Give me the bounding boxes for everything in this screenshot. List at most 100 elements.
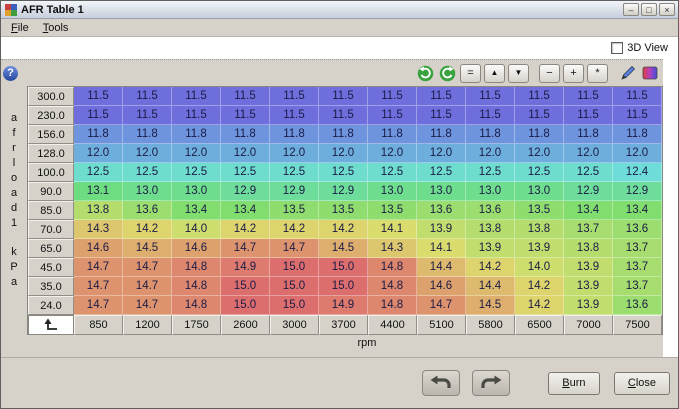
y-axis-cell[interactable]: 90.0 xyxy=(28,182,74,201)
table-cell[interactable]: 11.8 xyxy=(270,125,319,144)
table-cell[interactable]: 14.2 xyxy=(515,277,564,296)
table-cell[interactable]: 14.7 xyxy=(74,296,123,315)
table-cell[interactable]: 11.5 xyxy=(221,106,270,125)
table-cell[interactable]: 14.2 xyxy=(221,220,270,239)
table-cell[interactable]: 13.8 xyxy=(515,220,564,239)
table-cell[interactable]: 12.9 xyxy=(613,182,662,201)
table-cell[interactable]: 13.0 xyxy=(417,182,466,201)
x-axis-cell[interactable]: 1200 xyxy=(123,315,172,335)
circular-arrow-cw-icon[interactable] xyxy=(438,64,457,83)
table-cell[interactable]: 14.0 xyxy=(172,220,221,239)
table-cell[interactable]: 13.9 xyxy=(515,239,564,258)
table-cell[interactable]: 14.7 xyxy=(417,296,466,315)
table-cell[interactable]: 13.8 xyxy=(564,239,613,258)
table-cell[interactable]: 15.0 xyxy=(221,296,270,315)
table-cell[interactable]: 14.7 xyxy=(74,258,123,277)
table-cell[interactable]: 14.8 xyxy=(368,277,417,296)
table-cell[interactable]: 11.8 xyxy=(368,125,417,144)
table-cell[interactable]: 13.6 xyxy=(466,201,515,220)
table-cell[interactable]: 12.5 xyxy=(368,163,417,182)
table-cell[interactable]: 11.5 xyxy=(564,87,613,106)
table-cell[interactable]: 12.0 xyxy=(368,144,417,163)
table-cell[interactable]: 13.0 xyxy=(123,182,172,201)
table-cell[interactable]: 12.0 xyxy=(515,144,564,163)
close-icon[interactable]: × xyxy=(659,3,675,16)
circular-arrow-ccw-icon[interactable] xyxy=(416,64,435,83)
table-cell[interactable]: 13.8 xyxy=(466,220,515,239)
table-cell[interactable]: 13.7 xyxy=(564,220,613,239)
table-cell[interactable]: 12.0 xyxy=(466,144,515,163)
table-cell[interactable]: 13.6 xyxy=(417,201,466,220)
title-bar[interactable]: AFR Table 1 – □ × xyxy=(1,1,678,19)
y-axis-cell[interactable]: 156.0 xyxy=(28,125,74,144)
table-cell[interactable]: 11.5 xyxy=(564,106,613,125)
table-cell[interactable]: 11.5 xyxy=(466,106,515,125)
table-cell[interactable]: 13.7 xyxy=(613,239,662,258)
set-equal-button[interactable]: = xyxy=(460,64,481,83)
table-cell[interactable]: 11.5 xyxy=(613,87,662,106)
table-cell[interactable]: 14.8 xyxy=(368,296,417,315)
y-axis-cell[interactable]: 65.0 xyxy=(28,239,74,258)
x-axis-cell[interactable]: 5100 xyxy=(417,315,466,335)
y-axis-cell[interactable]: 45.0 xyxy=(28,258,74,277)
table-cell[interactable]: 13.5 xyxy=(270,201,319,220)
table-cell[interactable]: 11.5 xyxy=(368,87,417,106)
x-axis-cell[interactable]: 7500 xyxy=(613,315,662,335)
decrease-value-button[interactable]: ▼ xyxy=(508,64,529,83)
table-cell[interactable]: 13.5 xyxy=(515,201,564,220)
table-cell[interactable]: 11.8 xyxy=(613,125,662,144)
table-cell[interactable]: 13.4 xyxy=(613,201,662,220)
table-cell[interactable]: 14.2 xyxy=(515,296,564,315)
table-cell[interactable]: 13.7 xyxy=(613,277,662,296)
x-axis-cell[interactable]: 3700 xyxy=(319,315,368,335)
table-cell[interactable]: 11.8 xyxy=(564,125,613,144)
table-cell[interactable]: 14.9 xyxy=(221,258,270,277)
table-cell[interactable]: 13.9 xyxy=(564,258,613,277)
table-cell[interactable]: 12.0 xyxy=(172,144,221,163)
y-axis-cell[interactable]: 300.0 xyxy=(28,87,74,106)
edit-pencil-icon[interactable] xyxy=(618,64,637,83)
table-cell[interactable]: 14.2 xyxy=(466,258,515,277)
table-cell[interactable]: 11.5 xyxy=(613,106,662,125)
plus-button[interactable]: + xyxy=(563,64,584,83)
table-cell[interactable]: 14.5 xyxy=(466,296,515,315)
table-cell[interactable]: 14.2 xyxy=(319,220,368,239)
table-cell[interactable]: 14.6 xyxy=(417,277,466,296)
menu-file[interactable]: File xyxy=(4,21,36,35)
table-cell[interactable]: 13.5 xyxy=(319,201,368,220)
table-cell[interactable]: 12.5 xyxy=(466,163,515,182)
y-axis-cell[interactable]: 35.0 xyxy=(28,277,74,296)
table-cell[interactable]: 15.0 xyxy=(319,277,368,296)
x-axis-cell[interactable]: 850 xyxy=(74,315,123,335)
table-cell[interactable]: 13.0 xyxy=(368,182,417,201)
scale-multiply-button[interactable]: * xyxy=(587,64,608,83)
table-cell[interactable]: 12.0 xyxy=(221,144,270,163)
table-cell[interactable]: 13.5 xyxy=(368,201,417,220)
table-cell[interactable]: 14.9 xyxy=(319,296,368,315)
table-cell[interactable]: 11.8 xyxy=(466,125,515,144)
help-icon[interactable]: ? xyxy=(3,66,18,81)
table-cell[interactable]: 13.9 xyxy=(466,239,515,258)
table-cell[interactable]: 12.5 xyxy=(564,163,613,182)
table-cell[interactable]: 11.5 xyxy=(270,87,319,106)
close-button[interactable]: Close xyxy=(614,372,670,395)
axis-corner-button[interactable] xyxy=(28,315,74,335)
table-cell[interactable]: 11.8 xyxy=(319,125,368,144)
table-cell[interactable]: 15.0 xyxy=(319,258,368,277)
table-cell[interactable]: 12.5 xyxy=(74,163,123,182)
y-axis-cell[interactable]: 128.0 xyxy=(28,144,74,163)
redo-button[interactable] xyxy=(472,370,510,396)
table-cell[interactable]: 14.8 xyxy=(368,258,417,277)
table-cell[interactable]: 12.0 xyxy=(270,144,319,163)
table-cell[interactable]: 13.7 xyxy=(613,258,662,277)
table-cell[interactable]: 15.0 xyxy=(270,296,319,315)
table-cell[interactable]: 12.0 xyxy=(319,144,368,163)
x-axis-cell[interactable]: 4400 xyxy=(368,315,417,335)
table-cell[interactable]: 13.0 xyxy=(172,182,221,201)
table-cell[interactable]: 12.9 xyxy=(221,182,270,201)
table-cell[interactable]: 14.8 xyxy=(172,296,221,315)
table-cell[interactable]: 11.5 xyxy=(515,106,564,125)
y-axis-cell[interactable]: 230.0 xyxy=(28,106,74,125)
table-cell[interactable]: 11.8 xyxy=(172,125,221,144)
increase-value-button[interactable]: ▲ xyxy=(484,64,505,83)
